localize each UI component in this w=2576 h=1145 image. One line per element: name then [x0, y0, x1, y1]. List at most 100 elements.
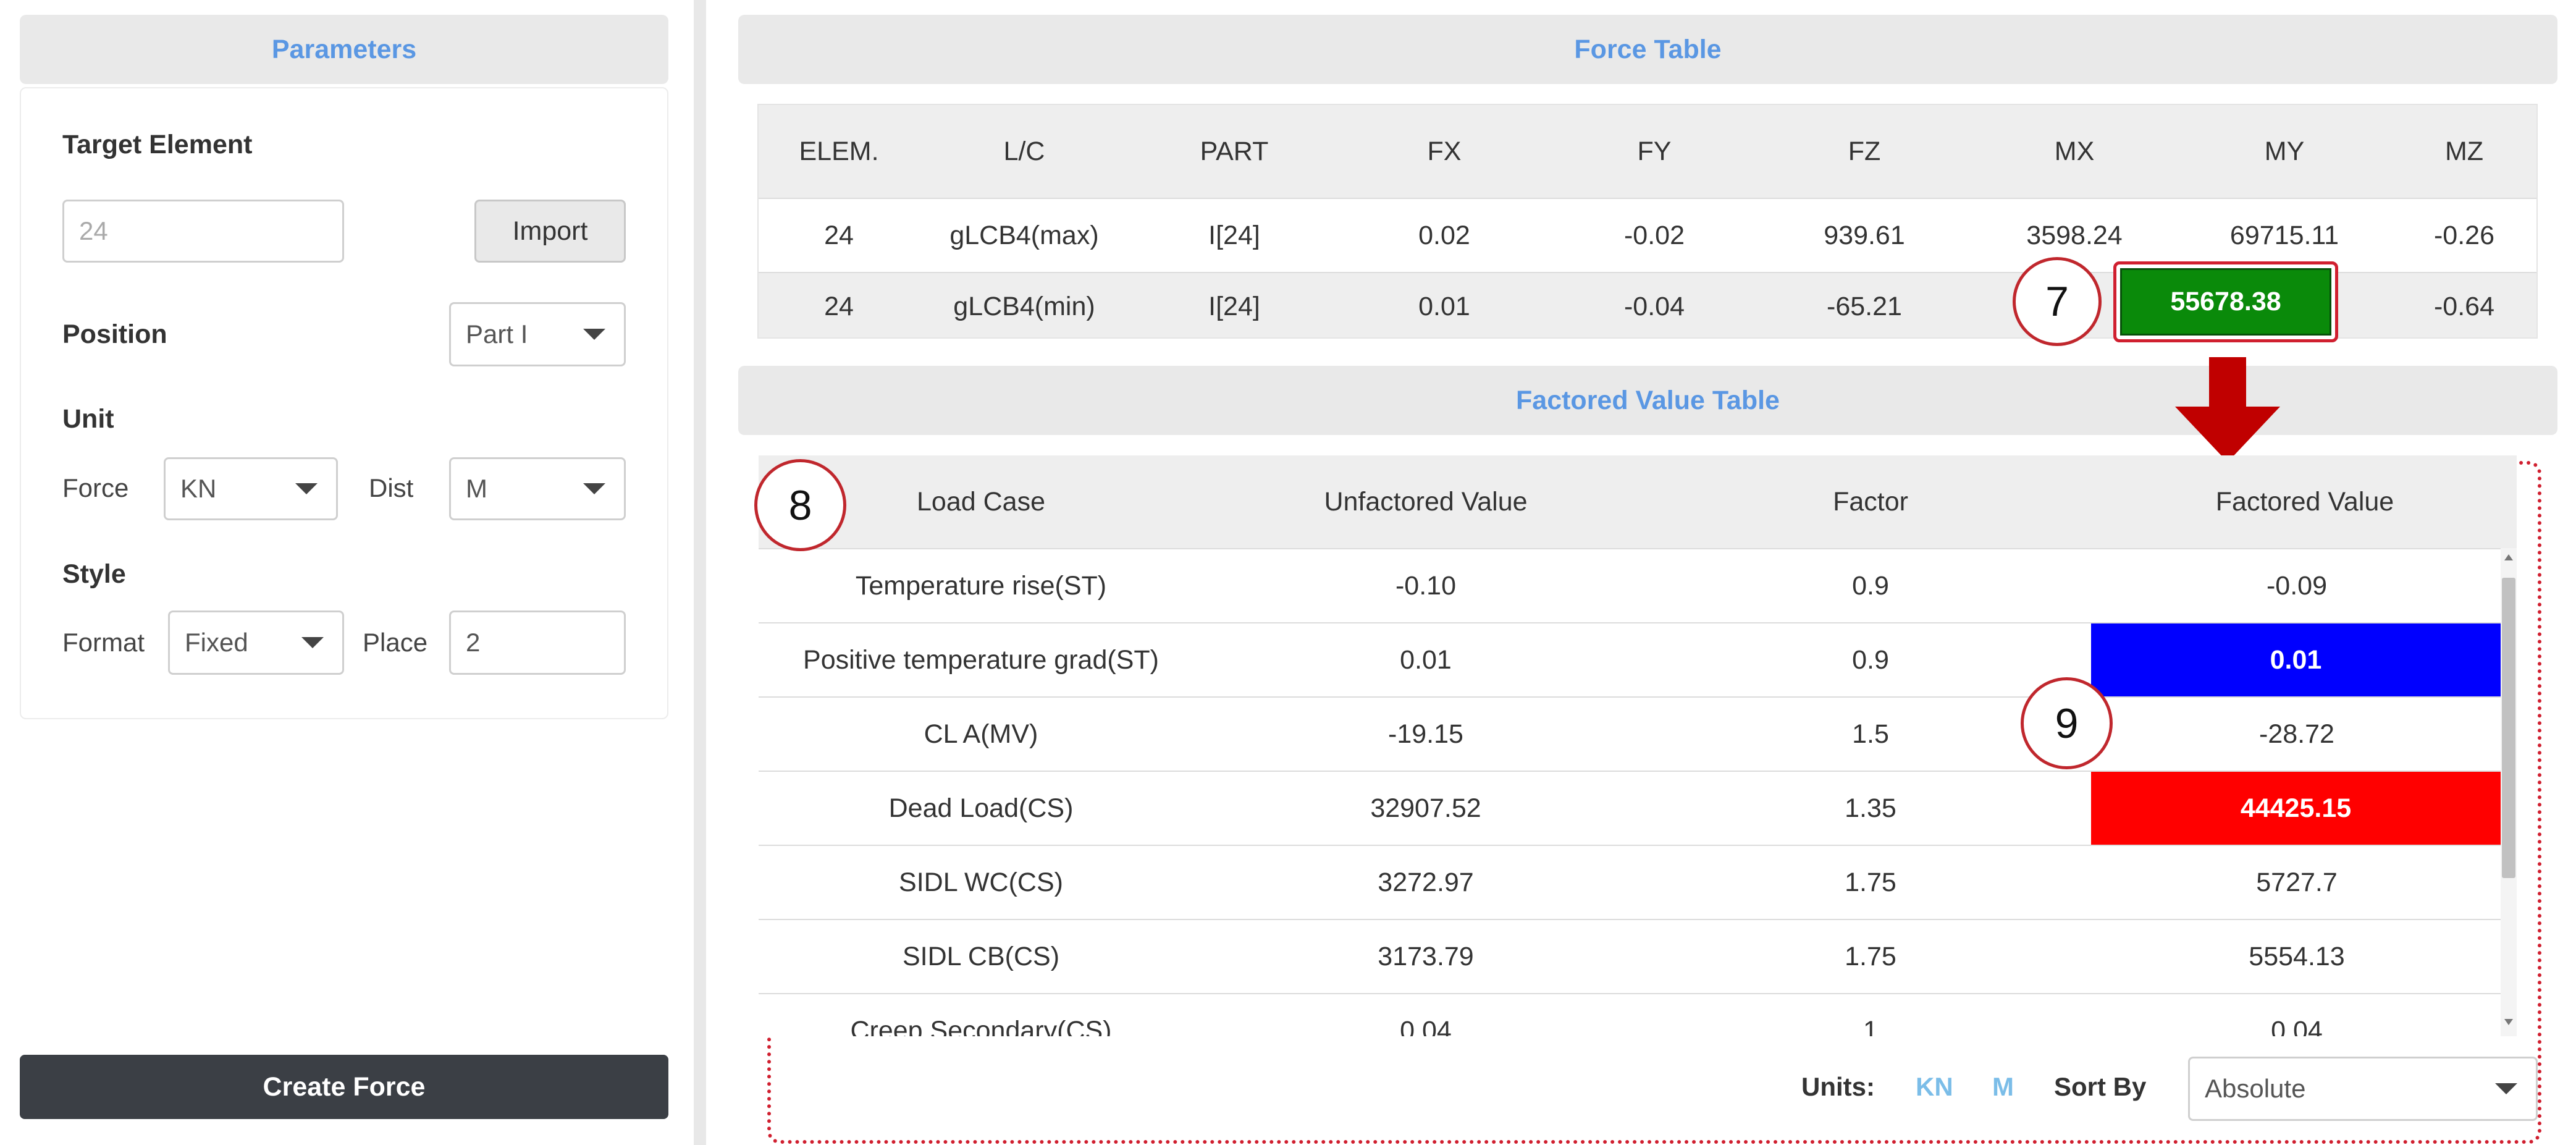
dist-unit-select[interactable]: M: [449, 457, 626, 520]
force-label: Force: [62, 473, 129, 502]
cell-load-case: SIDL WC(CS): [899, 867, 1063, 897]
cell-mz: -0.26: [2433, 220, 2494, 250]
column-header-unfactored-value[interactable]: Unfactored Value: [1203, 455, 1648, 548]
my-highlight-cell[interactable]: 55678.38: [2120, 268, 2331, 336]
cell-factor: 1.75: [1845, 867, 1896, 897]
cell-load-case: Dead Load(CS): [888, 793, 1074, 823]
table-row[interactable]: Positive temperature grad(ST) 0.01 0.9 0…: [759, 622, 2501, 696]
cell-lc: gLCB4(max): [949, 220, 1099, 250]
annotation-marker-7: 7: [2013, 257, 2102, 346]
cell-fz: -65.21: [1827, 291, 1902, 321]
factored-table-header: Factored Value Table: [738, 366, 2557, 435]
target-element-value: 24: [79, 216, 108, 245]
cell-fy: -0.02: [1623, 220, 1685, 250]
place-label: Place: [363, 628, 428, 657]
cell-load-case: Positive temperature grad(ST): [803, 644, 1159, 675]
chevron-down-icon: [295, 483, 318, 494]
scroll-down-arrow-icon[interactable]: [2504, 1019, 2513, 1025]
cell-factor: 0.9: [1852, 644, 1889, 675]
cell-unfactored: 0.01: [1400, 644, 1452, 675]
create-force-label: Create Force: [263, 1071, 426, 1102]
units-label: Units:: [1801, 1072, 1875, 1101]
column-header-fz[interactable]: FZ: [1759, 105, 1969, 198]
column-header-mz[interactable]: MZ: [2389, 105, 2536, 198]
chevron-down-icon: [301, 637, 324, 648]
annotation-marker-7-label: 7: [2045, 278, 2069, 325]
annotation-marker-8-label: 8: [788, 481, 812, 529]
annotation-marker-9: 9: [2021, 677, 2113, 769]
unit-label: Unit: [62, 404, 114, 434]
cell-unfactored: 0.04: [1400, 1015, 1452, 1037]
sort-by-label: Sort By: [2054, 1072, 2147, 1101]
cell-fy: -0.04: [1623, 291, 1685, 321]
table-row[interactable]: Creep Secondary(CS) 0.04 1 0.04: [759, 993, 2501, 1036]
chevron-down-icon: [2495, 1083, 2517, 1094]
table-row[interactable]: SIDL WC(CS) 3272.97 1.75 5727.7: [759, 845, 2501, 919]
table-row[interactable]: SIDL CB(CS) 3173.79 1.75 5554.13: [759, 919, 2501, 993]
cell-factor: 0.9: [1852, 570, 1889, 601]
cell-part: I[24]: [1208, 220, 1260, 250]
cell-factored: 5554.13: [2249, 941, 2345, 971]
target-element-input[interactable]: 24: [62, 200, 344, 263]
cell-lc: gLCB4(min): [953, 291, 1095, 321]
import-label: Import: [512, 216, 588, 246]
cell-elem: 24: [824, 220, 854, 250]
cell-factored: -28.72: [2259, 719, 2334, 749]
column-header-lc[interactable]: L/C: [919, 105, 1129, 198]
cell-factored-min-highlight: 0.01: [2091, 623, 2501, 696]
dist-unit-value: M: [466, 474, 487, 503]
sort-by-select[interactable]: Absolute: [2188, 1057, 2538, 1121]
panel-divider[interactable]: [694, 0, 706, 1145]
column-header-my[interactable]: MY: [2179, 105, 2389, 198]
annotation-marker-8: 8: [754, 459, 846, 551]
column-header-factor[interactable]: Factor: [1648, 455, 2093, 548]
column-header-part[interactable]: PART: [1129, 105, 1339, 198]
scrollbar-thumb[interactable]: [2502, 578, 2515, 878]
cell-factored: -0.09: [2266, 570, 2327, 601]
my-highlight-value: 55678.38: [2170, 287, 2281, 316]
force-unit-select[interactable]: KN: [164, 457, 338, 520]
position-value: Part I: [466, 319, 528, 349]
position-label: Position: [62, 319, 167, 349]
column-header-elem[interactable]: ELEM.: [759, 105, 919, 198]
import-button[interactable]: Import: [474, 200, 626, 263]
factored-table-title: Factored Value Table: [1516, 385, 1780, 415]
create-force-button[interactable]: Create Force: [20, 1055, 668, 1119]
column-header-mx[interactable]: MX: [1969, 105, 2179, 198]
arrow-down-icon: [2175, 357, 2280, 462]
table-row[interactable]: CL A(MV) -19.15 1.5 -28.72: [759, 696, 2501, 771]
force-unit-value: KN: [180, 474, 217, 503]
cell-factored: 5727.7: [2256, 867, 2338, 897]
cell-unfactored: -19.15: [1388, 719, 1463, 749]
cell-mz: -0.64: [2433, 291, 2494, 321]
cell-unfactored: 3173.79: [1378, 941, 1474, 971]
units-force-value: KN: [1916, 1072, 1953, 1101]
column-header-fx[interactable]: FX: [1339, 105, 1549, 198]
format-label: Format: [62, 628, 145, 657]
cell-fx: 0.02: [1418, 220, 1470, 250]
dist-label: Dist: [369, 473, 414, 502]
vertical-scrollbar[interactable]: [2501, 548, 2517, 1036]
cell-fx: 0.01: [1418, 291, 1470, 321]
table-row[interactable]: Dead Load(CS) 32907.52 1.35 44425.15: [759, 771, 2501, 845]
format-select[interactable]: Fixed: [168, 611, 344, 675]
parameters-header: Parameters: [20, 15, 668, 84]
scroll-up-arrow-icon[interactable]: [2504, 554, 2513, 560]
position-select[interactable]: Part I: [449, 302, 626, 366]
cell-load-case: CL A(MV): [924, 719, 1038, 749]
cell-load-case: SIDL CB(CS): [902, 941, 1060, 971]
column-header-fy[interactable]: FY: [1549, 105, 1759, 198]
cell-factor: 1.75: [1845, 941, 1896, 971]
cell-part: I[24]: [1208, 291, 1260, 321]
force-table-head-row: ELEM. L/C PART FX FY FZ MX MY MZ: [759, 105, 2536, 198]
target-element-label: Target Element: [62, 130, 253, 159]
style-label: Style: [62, 559, 126, 589]
chevron-down-icon: [583, 329, 605, 340]
place-input[interactable]: 2: [449, 611, 626, 675]
cell-unfactored: -0.10: [1395, 570, 1456, 601]
column-header-factored-value[interactable]: Factored Value: [2093, 455, 2517, 548]
table-row[interactable]: Temperature rise(ST) -0.10 0.9 -0.09: [759, 548, 2501, 622]
force-table-header: Force Table: [738, 15, 2557, 84]
sort-by-value: Absolute: [2205, 1074, 2306, 1103]
cell-unfactored: 3272.97: [1378, 867, 1474, 897]
